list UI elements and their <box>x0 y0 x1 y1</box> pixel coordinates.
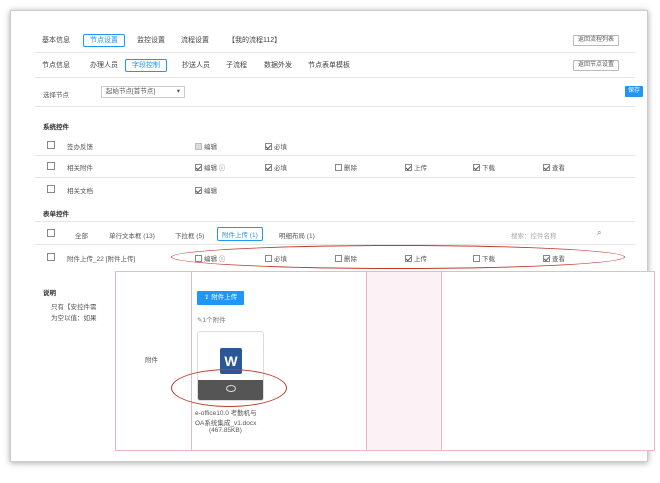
select-node-dropdown[interactable]: 起始节点[首节点] ▾ <box>101 86 185 98</box>
tab-node-info[interactable]: 节点信息 <box>35 59 77 72</box>
row-checkbox[interactable] <box>47 162 55 170</box>
select-node-label: 选择节点 <box>43 92 69 99</box>
back-to-flow-list-button[interactable]: 返回流程列表 <box>573 35 620 46</box>
search-input[interactable]: 搜索：控件名称 <box>511 230 557 240</box>
tab-cc-people[interactable]: 抄送人员 <box>175 59 217 72</box>
form-controls-title: 表单控件 <box>43 211 69 218</box>
tab-subflow[interactable]: 子流程 <box>219 59 254 72</box>
subtab-single-line[interactable]: 单行文本框 (13) <box>109 230 155 240</box>
attachment-row-label: 附件 <box>145 357 158 364</box>
control-name: 附件上传_22 [附件上传] <box>67 256 136 263</box>
opt-delete[interactable]: 删除 <box>335 162 357 172</box>
control-name: 签办反馈 <box>67 144 93 151</box>
divider <box>35 52 635 53</box>
opt-required[interactable]: 必填 <box>265 162 287 172</box>
divider <box>35 221 635 222</box>
system-controls-title: 系统控件 <box>43 124 69 131</box>
column-divider <box>191 271 192 451</box>
subtab-attachment[interactable]: 附件上传 (1) <box>217 227 263 241</box>
row-checkbox[interactable] <box>47 141 55 149</box>
save-button[interactable]: 保存 <box>625 86 644 97</box>
select-node-value: 起始节点[首节点] <box>106 88 156 95</box>
opt-view[interactable]: 查看 <box>543 162 565 172</box>
note-line: 只有【安控件需 <box>51 304 97 311</box>
opt-edit[interactable]: 编辑 <box>195 141 217 151</box>
tab-node-settings[interactable]: 节点设置 <box>83 34 125 47</box>
back-to-node-settings-button[interactable]: 返回节点设置 <box>573 60 620 71</box>
tab-node-form-template[interactable]: 节点表单模板 <box>301 59 357 72</box>
search-icon[interactable]: ⌕ <box>597 228 601 238</box>
highlight-ellipse <box>171 369 287 407</box>
note-title: 说明 <box>43 290 56 297</box>
subtab-all[interactable]: 全部 <box>75 230 88 240</box>
tab-field-control[interactable]: 字段控制 <box>125 59 167 72</box>
tab-data-out[interactable]: 数据外发 <box>257 59 299 72</box>
divider <box>35 77 635 78</box>
divider <box>35 106 635 107</box>
control-name: 相关附件 <box>67 165 93 172</box>
subtab-detail-layout[interactable]: 明细布局 (1) <box>279 230 315 240</box>
divider <box>35 155 635 156</box>
pink-column <box>366 271 442 451</box>
highlight-ellipse <box>171 245 625 269</box>
attachment-upload-button[interactable]: ⇪ 附件上传 <box>197 291 245 305</box>
divider <box>35 177 635 178</box>
file-name[interactable]: e-office10.0 考勤机与 <box>195 407 257 417</box>
file-size: (467.85KB) <box>209 427 242 434</box>
note-line: 为空以值：如果 <box>51 315 97 322</box>
tab-handlers[interactable]: 办理人员 <box>83 59 125 72</box>
tab-monitor-settings[interactable]: 监控设置 <box>130 34 172 47</box>
opt-download[interactable]: 下载 <box>473 162 495 172</box>
tab-basic-info[interactable]: 基本信息 <box>35 34 77 47</box>
tab-flow-settings[interactable]: 流程设置 <box>174 34 216 47</box>
attachment-count: ✎1个附件 <box>197 317 226 324</box>
chevron-down-icon: ▾ <box>176 88 180 95</box>
opt-required[interactable]: 必填 <box>265 141 287 151</box>
app-window: 基本信息 节点设置 监控设置 流程设置 【我的流程112】 返回流程列表 节点信… <box>10 10 655 462</box>
opt-edit[interactable]: 编辑 ⓘ <box>195 162 225 172</box>
row-checkbox[interactable] <box>47 253 55 261</box>
opt-upload[interactable]: 上传 <box>405 162 427 172</box>
tab-my-flow[interactable]: 【我的流程112】 <box>221 34 288 47</box>
file-name[interactable]: OA系统集成_v1.docx <box>195 417 256 427</box>
select-all-checkbox[interactable] <box>47 229 55 237</box>
opt-edit[interactable]: 编辑 <box>195 185 217 195</box>
control-name: 相关文档 <box>67 188 93 195</box>
row-checkbox[interactable] <box>47 185 55 193</box>
subtab-dropdown[interactable]: 下拉框 (5) <box>175 230 204 240</box>
